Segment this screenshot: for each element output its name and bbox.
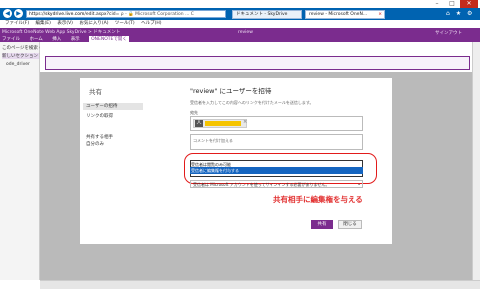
close-window-button[interactable]: ✕: [460, 0, 478, 8]
dialog-description: 受信者を入力してこの内容へのリンクを付けたメールを送信します。: [190, 100, 314, 105]
menu-favorites[interactable]: お気に入り(A): [79, 21, 108, 26]
minimize-button[interactable]: –: [430, 0, 444, 8]
shared-with-label: 共有する相手: [86, 135, 113, 140]
menu-bar: ファイル(F) 編集(E) 表示(V) お気に入り(A) ツール(T) ヘルプ(…: [0, 20, 480, 28]
chevron-down-icon[interactable]: ⌄: [357, 181, 361, 187]
window-title-bar: [0, 0, 480, 8]
person-icon: 人: [195, 120, 203, 127]
share-button[interactable]: 共有: [311, 220, 333, 229]
page-title-box[interactable]: [45, 56, 470, 70]
signin-requirement-select[interactable]: 受信者は Microsoft アカウントを使ってサインインする必要がありません。: [190, 180, 363, 188]
shared-with-value: 自分のみ: [86, 142, 104, 147]
close-button[interactable]: 閉じる: [338, 220, 362, 229]
breadcrumb[interactable]: Microsoft OneNote Web App SkyDrive > ドキュ…: [2, 29, 120, 35]
annotation-text: 共有相手に編集権を与える: [273, 195, 363, 204]
page-item[interactable]: ode_driver: [6, 62, 30, 67]
menu-edit[interactable]: 編集(E): [36, 21, 51, 26]
remove-recipient-icon[interactable]: ×: [243, 119, 247, 125]
back-arrow-icon[interactable]: ◀: [3, 9, 12, 18]
menu-tools[interactable]: ツール(T): [115, 21, 135, 26]
side-invite-people[interactable]: ユーザーの招待: [83, 103, 143, 110]
forward-arrow-icon[interactable]: ▶: [14, 9, 23, 18]
toolbar-icons[interactable]: ⌂ ★ ⚙: [446, 10, 474, 17]
signout-link[interactable]: サインアウト: [435, 30, 462, 36]
close-tab-icon[interactable]: ×: [378, 11, 382, 18]
address-bar[interactable]: https://skydrive.live.com/edit.aspx?cid=…: [26, 10, 226, 18]
comment-field[interactable]: コメントを付け加える: [190, 134, 363, 150]
tab-skydrive[interactable]: ドキュメント - SkyDrive: [232, 10, 302, 19]
section-item[interactable]: 新しいセクション 1: [2, 53, 42, 59]
redacted-recipient-name: [205, 121, 241, 126]
menu-help[interactable]: ヘルプ(H): [141, 21, 161, 26]
horizontal-scrollbar[interactable]: [40, 280, 480, 289]
vertical-scrollbar[interactable]: [472, 42, 480, 280]
dialog-title: "review" にユーザーを招待: [190, 87, 272, 95]
menu-view[interactable]: 表示(V): [57, 21, 73, 26]
side-get-link[interactable]: リンクの取得: [86, 113, 113, 119]
menu-file[interactable]: ファイル(F): [5, 21, 29, 26]
tab-review[interactable]: review - Microsoft OneN... ×: [305, 10, 385, 19]
maximize-button[interactable]: □: [445, 0, 459, 8]
notebook-title: review: [238, 30, 253, 35]
page-navigation-pane: [0, 42, 40, 280]
dialog-left-title: 共有: [89, 88, 102, 96]
